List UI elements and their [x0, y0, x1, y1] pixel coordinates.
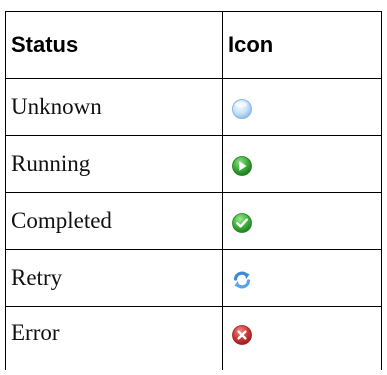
retry-status-icon: [231, 269, 253, 291]
status-label: Running: [5, 135, 223, 193]
table-row: Completed: [5, 192, 382, 250]
status-label: Completed: [5, 192, 223, 250]
completed-status-icon: [231, 212, 253, 234]
table-row: Unknown: [5, 78, 382, 136]
table-row: Retry: [5, 249, 382, 307]
icon-cell: [222, 306, 382, 370]
icon-cell: [222, 192, 382, 250]
error-status-icon: [231, 324, 253, 346]
icon-column-header: Icon: [222, 11, 382, 79]
status-label: Error: [5, 306, 223, 370]
status-icon-table: Status Icon Unknown Running Completed Re…: [5, 11, 382, 370]
status-label: Retry: [5, 249, 223, 307]
table-header-row: Status Icon: [5, 11, 382, 79]
icon-cell: [222, 135, 382, 193]
status-column-header: Status: [5, 11, 223, 79]
icon-cell: [222, 78, 382, 136]
status-label: Unknown: [5, 78, 223, 136]
icon-cell: [222, 249, 382, 307]
unknown-status-icon: [231, 98, 253, 120]
table-row: Error: [5, 306, 382, 370]
table-row: Running: [5, 135, 382, 193]
running-status-icon: [231, 155, 253, 177]
